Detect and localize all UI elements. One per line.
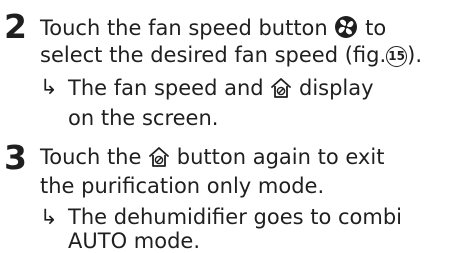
- purification-mode-icon: [270, 77, 292, 103]
- instruction-text: the purification only mode.: [40, 174, 325, 198]
- instruction-text: to: [365, 16, 387, 40]
- step-number: 3: [4, 138, 27, 177]
- instruction-text: button again to exit: [176, 145, 385, 169]
- fan-speed-icon: [334, 15, 358, 43]
- purification-mode-icon: [148, 146, 170, 172]
- instruction-text: Touch the fan speed button: [40, 16, 328, 40]
- result-arrow-icon: ↳: [40, 75, 58, 99]
- step-number: 2: [4, 7, 27, 46]
- instruction-line: Touch the button again to exit: [40, 146, 384, 172]
- instruction-text: select the desired fan speed (fig.: [40, 43, 387, 67]
- result-text: on the screen.: [68, 106, 219, 130]
- instruction-line: the purification only mode.: [40, 176, 324, 197]
- result-line: The dehumidifier goes to combi: [68, 207, 402, 228]
- result-line: The fan speed and display: [68, 77, 374, 103]
- instruction-line: Touch the fan speed button to: [40, 15, 386, 43]
- figure-reference: 15: [386, 46, 408, 67]
- result-line: on the screen.: [68, 108, 218, 129]
- instruction-text: ).: [407, 43, 422, 67]
- result-text: The fan speed and: [68, 76, 264, 100]
- result-text: AUTO mode.: [68, 229, 200, 253]
- result-text: The dehumidifier goes to combi: [68, 205, 403, 229]
- result-arrow-icon: ↳: [40, 205, 58, 229]
- result-text: display: [298, 76, 374, 100]
- instruction-text: Touch the: [40, 145, 142, 169]
- result-line: AUTO mode.: [68, 231, 200, 252]
- instruction-line: select the desired fan speed (fig. 15).: [40, 45, 422, 67]
